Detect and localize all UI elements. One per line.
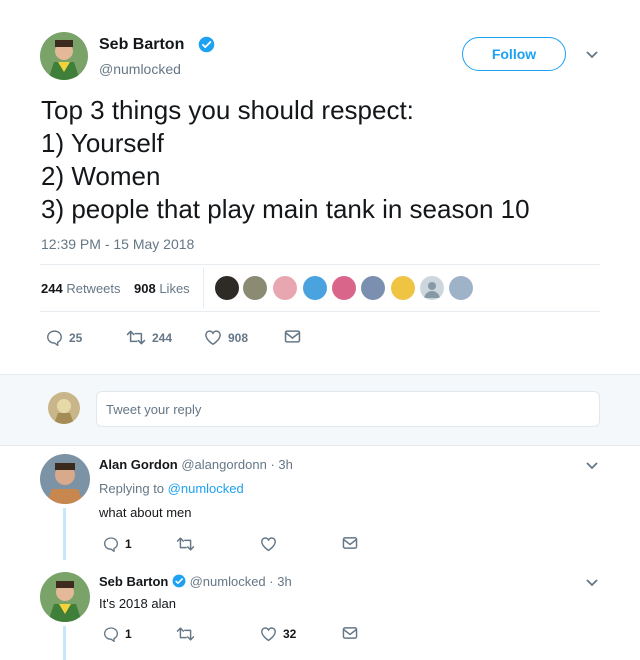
chevron-down-icon[interactable]	[585, 578, 599, 588]
liker-avatar[interactable]	[449, 276, 473, 300]
reply-time[interactable]: · 3h	[270, 457, 292, 472]
liker-avatar[interactable]	[420, 276, 444, 300]
retweet-count: 244	[152, 330, 173, 345]
likes-stat[interactable]: 908 Likes	[134, 281, 190, 296]
reply-author-handle[interactable]: @numlocked	[190, 574, 266, 589]
retweet-action[interactable]	[176, 626, 201, 642]
author-name[interactable]: Seb Barton	[99, 36, 184, 54]
stats-separator	[203, 268, 204, 308]
reply-author-name[interactable]: Seb Barton	[99, 574, 168, 589]
reply-icon	[103, 626, 119, 642]
liker-avatar[interactable]	[391, 276, 415, 300]
reply-input[interactable]: Tweet your reply	[96, 391, 600, 427]
replying-to-label: Replying to	[99, 481, 165, 496]
tweet-text-line: 2) Women	[41, 161, 161, 191]
like-icon	[260, 626, 277, 642]
reply-icon	[103, 536, 119, 552]
liker-avatar[interactable]	[303, 276, 327, 300]
message-action[interactable]	[342, 626, 358, 640]
retweets-label: Retweets	[66, 281, 121, 296]
chevron-down-icon[interactable]	[585, 50, 599, 60]
retweet-icon	[176, 626, 195, 642]
message-action[interactable]	[284, 329, 301, 344]
message-icon	[342, 626, 358, 640]
follow-button-label: Follow	[491, 46, 537, 62]
replying-to-handle[interactable]: @numlocked	[168, 481, 244, 496]
reply-action[interactable]: 1	[103, 626, 132, 642]
liker-avatar[interactable]	[361, 276, 385, 300]
reply-icon	[46, 329, 63, 346]
stats-divider-top	[40, 264, 600, 265]
likes-label: Likes	[159, 281, 190, 296]
tweet-text-line: Top 3 things you should respect:	[41, 95, 414, 125]
liker-avatar[interactable]	[243, 276, 267, 300]
stats-divider-bottom	[40, 311, 600, 312]
retweet-action[interactable]: 244	[126, 329, 172, 346]
liker-avatar[interactable]	[273, 276, 297, 300]
thread-line	[63, 626, 66, 660]
reply-count: 25	[69, 330, 83, 345]
like-icon	[260, 536, 277, 552]
chevron-down-icon[interactable]	[585, 461, 599, 471]
verified-badge-icon	[172, 574, 186, 588]
reply-input-placeholder: Tweet your reply	[106, 402, 202, 417]
retweets-stat[interactable]: 244 Retweets	[41, 281, 121, 296]
retweets-count: 244	[41, 281, 63, 296]
tweet-timestamp[interactable]: 12:39 PM - 15 May 2018	[41, 236, 194, 252]
reply-avatar[interactable]	[40, 572, 90, 622]
reply-avatar[interactable]	[40, 454, 90, 504]
reply-action[interactable]: 25	[46, 329, 82, 346]
current-user-avatar[interactable]	[48, 392, 80, 424]
reply-author-name[interactable]: Alan Gordon	[99, 457, 178, 472]
liker-avatar[interactable]	[215, 276, 239, 300]
retweet-icon	[126, 329, 146, 346]
reply-count: 1	[125, 627, 132, 641]
message-icon	[342, 536, 358, 550]
liker-avatar[interactable]	[332, 276, 356, 300]
reply-time[interactable]: · 3h	[269, 574, 291, 589]
author-avatar[interactable]	[40, 32, 88, 80]
liker-avatars	[215, 276, 475, 302]
reply-action[interactable]: 1	[103, 536, 132, 552]
likes-count: 908	[134, 281, 156, 296]
like-count: 32	[283, 627, 297, 641]
message-icon	[284, 329, 301, 344]
like-action[interactable]: 32	[260, 626, 296, 642]
replying-to: Replying to @numlocked	[99, 481, 244, 496]
follow-button[interactable]: Follow	[462, 37, 566, 71]
like-action[interactable]: 908	[204, 329, 248, 346]
like-action[interactable]	[260, 536, 283, 552]
reply-count: 1	[125, 537, 132, 551]
like-count: 908	[228, 330, 249, 345]
like-icon	[204, 329, 222, 346]
reply-header: Alan Gordon @alangordonn · 3h	[99, 457, 293, 472]
reply-composer: Tweet your reply	[0, 374, 640, 446]
retweet-action[interactable]	[176, 536, 201, 552]
retweet-icon	[176, 536, 195, 552]
tweet-text: Top 3 things you should respect: 1) Your…	[41, 94, 530, 226]
message-action[interactable]	[342, 536, 358, 550]
reply-text: It's 2018 alan	[99, 596, 176, 611]
tweet-text-line: 3) people that play main tank in season …	[41, 194, 530, 224]
reply-header: Seb Barton @numlocked · 3h	[99, 574, 292, 589]
verified-badge-icon	[198, 36, 215, 53]
reply-text: what about men	[99, 505, 192, 520]
tweet-text-line: 1) Yourself	[41, 128, 164, 158]
author-handle[interactable]: @numlocked	[99, 61, 181, 77]
reply-author-handle[interactable]: @alangordonn	[181, 457, 266, 472]
thread-line	[63, 508, 66, 560]
